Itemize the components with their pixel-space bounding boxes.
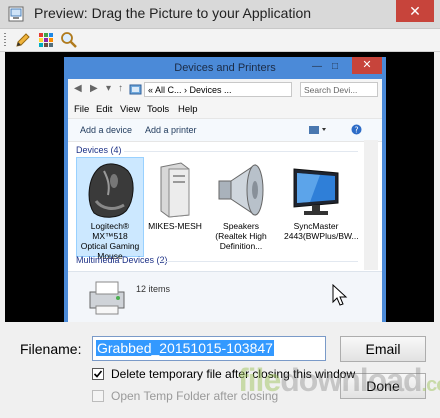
device-label: Speakers (Realtek High Definition... <box>215 221 267 251</box>
mouse-cursor-icon <box>332 284 348 306</box>
group-divider <box>160 261 358 262</box>
zoom-icon[interactable] <box>60 31 78 49</box>
captured-title-bar: Devices and Printers — □ ✕ <box>64 57 386 79</box>
item-count: 12 items <box>136 284 171 294</box>
monitor-icon <box>293 168 339 215</box>
group-divider <box>124 151 358 152</box>
add-device-command: Add a device <box>80 125 133 135</box>
menu-edit: Edit <box>96 104 113 115</box>
svg-text:?: ? <box>354 126 358 135</box>
search-field: Search Devi... <box>300 82 378 97</box>
preview-area[interactable]: Devices and Printers — □ ✕ ◀ ▶ ▾ ↑ « All… <box>5 52 434 322</box>
forward-arrow-icon: ▶ <box>90 83 98 94</box>
window-title: Preview: Drag the Picture to your Applic… <box>34 5 312 21</box>
captured-scrollbar <box>364 140 378 270</box>
device-label: MIKES-MESH <box>148 221 202 231</box>
mouse-icon <box>88 163 134 218</box>
pencil-icon[interactable] <box>14 31 32 49</box>
title-bar: Preview: Drag the Picture to your Applic… <box>0 0 440 29</box>
device-label: SyncMaster 2443(BWPlus/BW... <box>284 221 359 241</box>
view-options-icon <box>309 126 326 134</box>
filename-input[interactable]: Grabbed_20151015-103847 <box>92 336 326 361</box>
toolbar <box>0 29 440 52</box>
close-button[interactable]: ✕ <box>396 0 434 22</box>
back-arrow-icon: ◀ <box>74 83 82 94</box>
devices-group-header: Devices (4) <box>76 145 122 155</box>
open-temp-checkbox[interactable] <box>92 390 104 402</box>
add-printer-command: Add a printer <box>145 125 197 135</box>
delete-temp-checkbox[interactable] <box>92 368 104 380</box>
captured-image[interactable]: Devices and Printers — □ ✕ ◀ ▶ ▾ ↑ « All… <box>64 57 386 322</box>
delete-temp-label[interactable]: Delete temporary file after closing this… <box>111 367 355 381</box>
control-panel-icon <box>129 84 142 95</box>
command-bar: Add a device Add a printer ? <box>68 118 382 142</box>
filename-value[interactable]: Grabbed_20151015-103847 <box>96 340 274 356</box>
open-temp-label: Open Temp Folder after closing <box>111 389 279 403</box>
help-icon: ? <box>351 124 362 135</box>
email-button[interactable]: Email <box>340 336 426 362</box>
menu-bar: File Edit View Tools Help <box>68 101 382 118</box>
multimedia-group-header: Multimedia Devices (2) <box>76 255 168 265</box>
app-icon <box>8 6 24 22</box>
up-arrow-icon: ↑ <box>118 83 123 94</box>
captured-close-icon: ✕ <box>352 57 382 74</box>
address-field: « All C... › Devices ... <box>144 82 292 97</box>
address-bar-row: ◀ ▶ ▾ ↑ « All C... › Devices ... Search … <box>68 79 382 101</box>
printer-icon <box>89 281 125 315</box>
speaker-icon <box>218 164 264 216</box>
menu-tools: Tools <box>147 104 170 115</box>
menu-help: Help <box>178 104 198 115</box>
computer-tower-icon <box>160 162 190 218</box>
color-grid-icon[interactable] <box>37 31 55 49</box>
recent-dropdown-icon: ▾ <box>106 83 112 94</box>
toolbar-grip[interactable] <box>4 33 6 47</box>
menu-file: File <box>74 104 90 115</box>
menu-view: View <box>120 104 141 115</box>
maximize-icon: □ <box>332 61 339 72</box>
checkmark-icon <box>93 370 103 378</box>
minimize-icon: — <box>312 61 322 72</box>
filename-label: Filename: <box>20 341 82 357</box>
